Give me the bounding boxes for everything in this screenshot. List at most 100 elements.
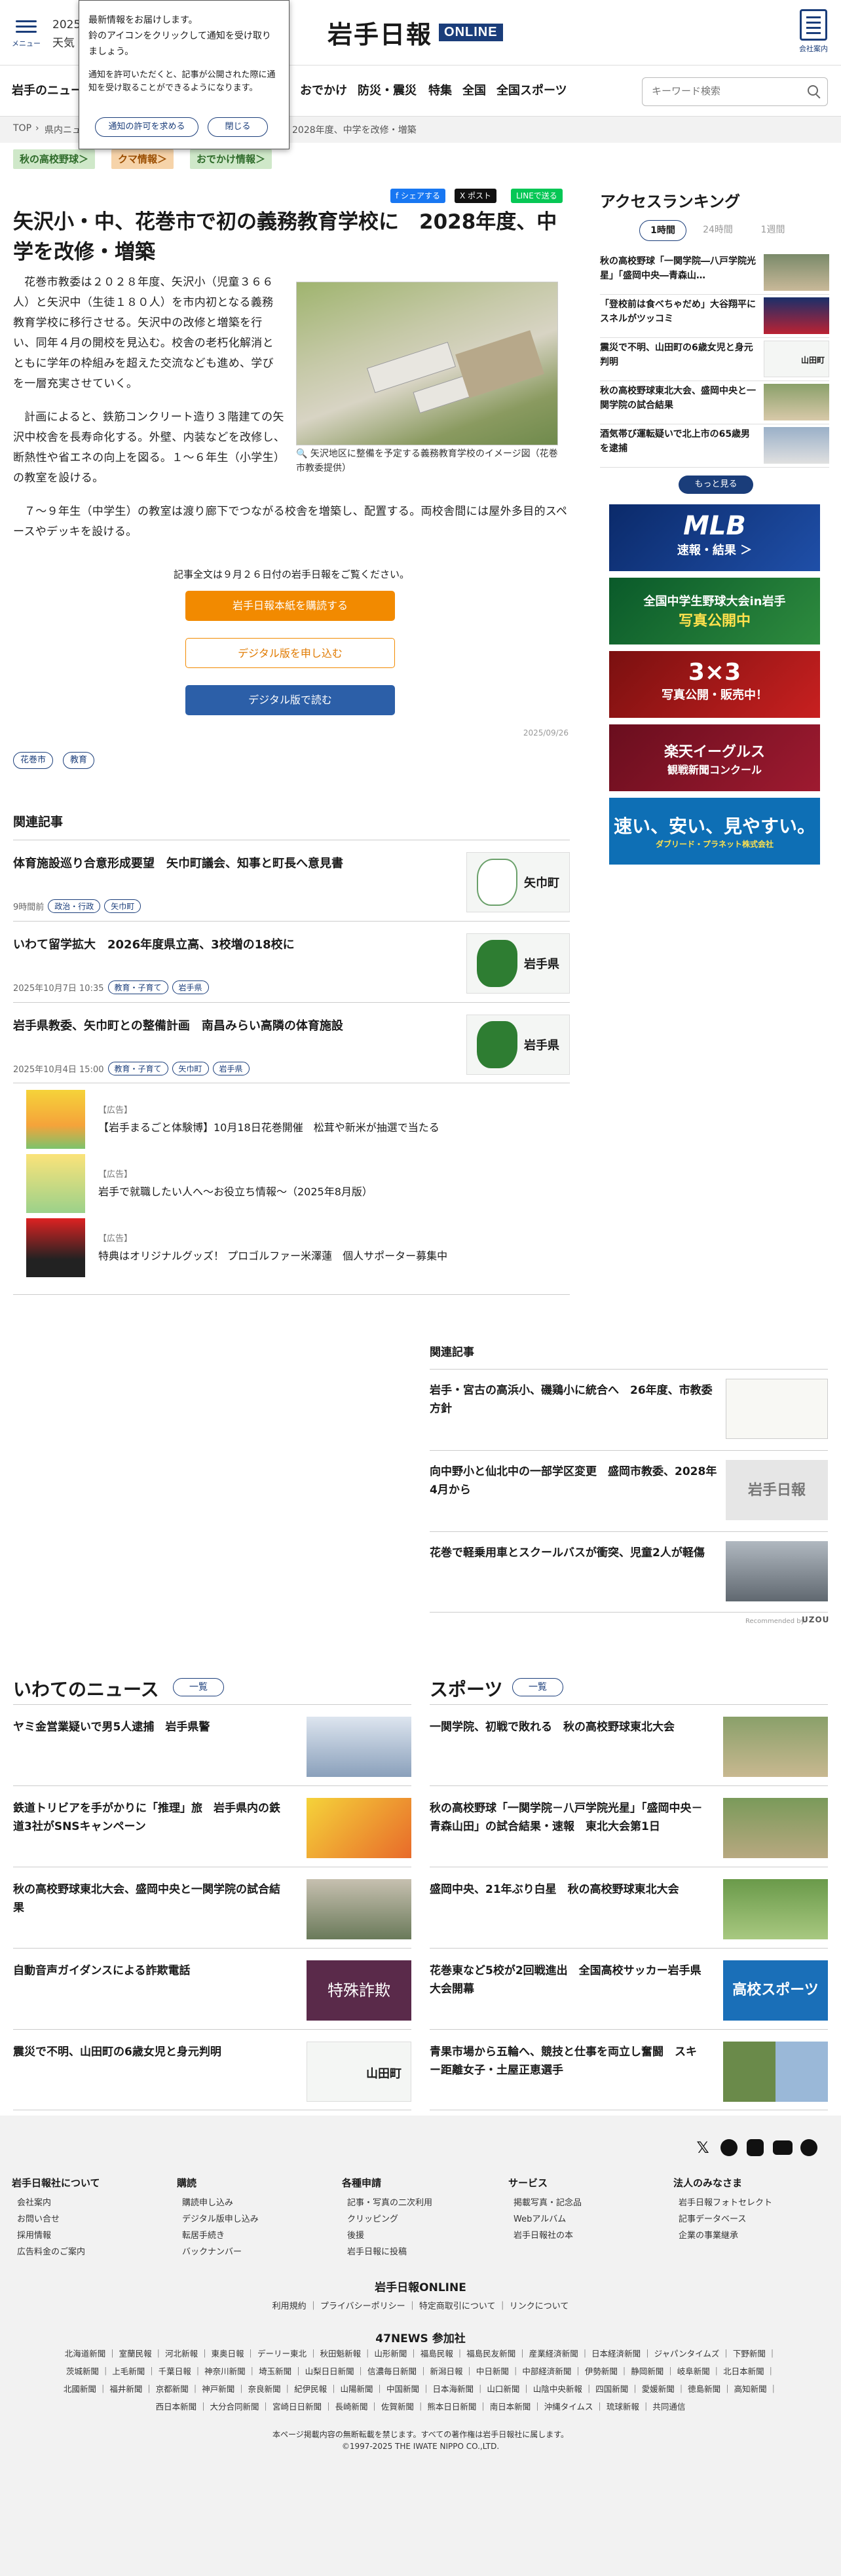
footer-link[interactable]: 採用情報 xyxy=(12,2228,100,2244)
sports-more-button[interactable]: 一覧 xyxy=(512,1678,563,1696)
related-item-tag[interactable]: 矢巾町 xyxy=(104,899,141,913)
apply-digital-button[interactable]: デジタル版を申し込む xyxy=(185,638,395,668)
footer-link[interactable]: 記事データベース xyxy=(673,2211,772,2228)
recommend-item[interactable]: 岩手・宮古の高浜小、磯鶏小に統合へ 26年度、市教委方針 xyxy=(430,1369,828,1450)
subscribe-paper-button[interactable]: 岩手日報本紙を購読する xyxy=(185,591,395,621)
3x3-banner[interactable]: 3×3 写真公開・販売中！ xyxy=(609,651,820,718)
keyword-tag[interactable]: 教育 xyxy=(63,752,95,769)
facebook-icon[interactable] xyxy=(720,2139,738,2156)
ranking-item-image[interactable] xyxy=(764,297,829,334)
footer-link[interactable]: 転居手続き xyxy=(177,2228,259,2244)
article-image[interactable] xyxy=(296,282,558,445)
line-share-button[interactable]: LINEで送る xyxy=(511,189,563,203)
related-item[interactable]: 体育施設巡り合意形成要望 矢巾町議会、知事と町長へ意見書 9時間前 政治・行政 … xyxy=(13,840,570,921)
footer-link[interactable]: 会社案内 xyxy=(12,2195,100,2211)
breadcrumb-section[interactable]: 県内ニュ xyxy=(45,123,81,136)
footer-link[interactable]: Webアルバム xyxy=(508,2211,582,2228)
partners-list[interactable]: 北國新聞 ｜ 福井新聞 ｜ 京都新聞 ｜ 神戸新聞 ｜ 奈良新聞 ｜ 紀伊民報 … xyxy=(33,2380,808,2398)
nav-item-iwate-news[interactable]: 岩手のニュー xyxy=(12,81,83,98)
footer-link[interactable]: お問い合せ xyxy=(12,2211,100,2228)
news-item-image[interactable] xyxy=(307,1717,411,1777)
footer-link[interactable]: 掲載写真・記念品 xyxy=(508,2195,582,2211)
related-item-tag[interactable]: 岩手県 xyxy=(172,980,209,994)
footer-link[interactable]: 岩手日報社の本 xyxy=(508,2228,582,2244)
recommend-item-title[interactable]: 花巻で軽乗用車とスクールバスが衝突、児童2人が軽傷 xyxy=(430,1544,718,1562)
ranking-item[interactable]: 酒気帯び運転疑いで北上市の65歳男を逮捕 xyxy=(600,426,829,468)
ranking-tab-1h[interactable]: 1時間 xyxy=(639,220,686,241)
ad-item[interactable]: 【広告】 特典はオリジナルグッズ！ プロゴルファー米澤蓮 個人サポーター募集中 xyxy=(26,1218,570,1279)
news-item-image[interactable] xyxy=(307,1798,411,1858)
instagram-icon[interactable] xyxy=(747,2139,764,2156)
footer-policy-links[interactable]: 利用規約 ｜ プライバシーポリシー ｜ 特定商取引について ｜ リンクについて xyxy=(0,2299,841,2311)
nav-item-odekake[interactable]: おでかけ xyxy=(300,81,347,98)
topic-tag-bear[interactable]: クマ情報＞ xyxy=(111,149,174,169)
read-digital-button[interactable]: デジタル版で読む xyxy=(185,685,395,715)
news-item-image[interactable]: 山田町 xyxy=(307,2042,411,2102)
ad-title[interactable]: 【岩手まるごと体験博】10月18日花巻開催 松茸や新米が抽選で当たる xyxy=(98,1119,439,1134)
ranking-item-image[interactable] xyxy=(764,384,829,420)
menu-button[interactable]: メニュー xyxy=(12,17,41,56)
footer-link[interactable]: 購読申し込み xyxy=(177,2195,259,2211)
news-item[interactable]: 盛岡中央、21年ぶり白星 秋の高校野球東北大会 xyxy=(430,1867,828,1948)
recommend-item-title[interactable]: 岩手・宮古の高浜小、磯鶏小に統合へ 26年度、市教委方針 xyxy=(430,1381,718,1418)
news-item-title[interactable]: 自動音声ガイダンスによる詐欺電話 xyxy=(13,1962,288,1980)
news-item-title[interactable]: 震災で不明、山田町の6歳女児と身元判明 xyxy=(13,2043,288,2061)
line-icon[interactable] xyxy=(800,2139,817,2156)
ad-image[interactable] xyxy=(26,1154,85,1213)
ranking-tab-1w[interactable]: 1週間 xyxy=(749,220,796,241)
partners-list[interactable]: 北海道新聞 ｜ 室蘭民報 ｜ 河北新報 ｜ 東奥日報 ｜ デーリー東北 ｜ 秋田… xyxy=(33,2345,808,2362)
nav-item-bousai[interactable]: 防災・震災 xyxy=(358,81,417,98)
mlb-banner[interactable]: MLB 速報・結果 ＞ xyxy=(609,504,820,571)
ranking-tab-24h[interactable]: 24時間 xyxy=(694,220,741,241)
dablead-banner[interactable]: 速い、安い、見やすい。 ダブリード・プラネット株式会社 xyxy=(609,798,820,865)
related-item-thumbnail[interactable]: 岩手県 xyxy=(466,1015,570,1075)
site-logo[interactable]: 岩手日報 ONLINE xyxy=(327,16,503,49)
news-item[interactable]: 青果市場から五輪へ、競技と仕事を両立し奮闘 スキー距離女子・土屋正恵選手 xyxy=(430,2029,828,2110)
news-item[interactable]: 鉄道トリビアを手がかりに「推理」旅 岩手県内の鉄道3社がSNSキャンペーン xyxy=(13,1785,411,1867)
news-item[interactable]: 震災で不明、山田町の6歳女児と身元判明 山田町 xyxy=(13,2029,411,2110)
search-icon[interactable] xyxy=(808,85,818,96)
ranking-item-title[interactable]: 秋の高校野球「一関学院―八戸学院光星」「盛岡中央―青森山… xyxy=(600,254,757,283)
news-item-title[interactable]: 盛岡中央、21年ぶり白星 秋の高校野球東北大会 xyxy=(430,1880,705,1899)
related-item-tag[interactable]: 岩手県 xyxy=(212,1062,250,1075)
related-item-tag[interactable]: 教育・子育て xyxy=(107,980,168,994)
news-item-image[interactable]: 高校スポーツ xyxy=(723,1960,828,2021)
footer-link[interactable]: 企業の事業継承 xyxy=(673,2228,772,2244)
related-item-thumbnail[interactable]: 岩手県 xyxy=(466,933,570,994)
related-item-title[interactable]: いわて留学拡大 2026年度県立高、3校増の18校に xyxy=(13,936,439,954)
news-item[interactable]: 一関学院、初戦で敗れる 秋の高校野球東北大会 xyxy=(430,1704,828,1785)
news-item-title[interactable]: 花巻東など5校が2回戦進出 全国高校サッカー岩手県大会開幕 xyxy=(430,1962,705,1998)
news-item-title[interactable]: 鉄道トリビアを手がかりに「推理」旅 岩手県内の鉄道3社がSNSキャンペーン xyxy=(13,1799,288,1836)
related-item-thumbnail[interactable]: 矢巾町 xyxy=(466,852,570,912)
news-item[interactable]: 秋の高校野球「一関学院－八戸学院光星」「盛岡中央－青森山田」の試合結果・速報 東… xyxy=(430,1785,828,1867)
ranking-item[interactable]: 秋の高校野球「一関学院―八戸学院光星」「盛岡中央―青森山… xyxy=(600,253,829,295)
related-item-tag[interactable]: 矢巾町 xyxy=(172,1062,209,1075)
related-item[interactable]: 岩手県教委、矢巾町との整備計画 南昌みらい高隣の体育施設 2025年10月4日 … xyxy=(13,1002,570,1083)
related-item-title[interactable]: 体育施設巡り合意形成要望 矢巾町議会、知事と町長へ意見書 xyxy=(13,855,439,873)
related-item-tag[interactable]: 政治・行政 xyxy=(48,899,101,913)
news-item-image[interactable] xyxy=(723,2042,828,2102)
search-input[interactable] xyxy=(652,78,796,104)
footer-link[interactable]: 岩手日報フォトセレクト xyxy=(673,2195,772,2211)
ranking-item-title[interactable]: 秋の高校野球東北大会、盛岡中央と一関学院の試合結果 xyxy=(600,384,757,413)
partners-list[interactable]: 茨城新聞 ｜ 上毛新聞 ｜ 千葉日報 ｜ 神奈川新聞 ｜ 埼玉新聞 ｜ 山梨日日… xyxy=(33,2362,808,2380)
footer-link[interactable]: 記事・写真の二次利用 xyxy=(342,2195,432,2211)
nav-item-tokushu[interactable]: 特集 xyxy=(428,81,452,98)
facebook-share-button[interactable]: f シェアする xyxy=(390,189,446,203)
company-info-button[interactable]: 会社案内 xyxy=(796,9,831,54)
allow-notification-button[interactable]: 通知の許可を求める xyxy=(95,117,198,137)
news-item-title[interactable]: 秋の高校野球東北大会、盛岡中央と一関学院の試合結果 xyxy=(13,1880,288,1917)
footer-link[interactable]: 広告料金のご案内 xyxy=(12,2244,100,2260)
x-icon[interactable]: 𝕏 xyxy=(694,2139,711,2156)
ad-item[interactable]: 【広告】 【岩手まるごと体験博】10月18日花巻開催 松茸や新米が抽選で当たる xyxy=(26,1090,570,1150)
recommend-item-image[interactable] xyxy=(726,1379,828,1439)
recommend-item[interactable]: 花巻で軽乗用車とスクールバスが衝突、児童2人が軽傷 xyxy=(430,1531,828,1613)
news-item-title[interactable]: 秋の高校野球「一関学院－八戸学院光星」「盛岡中央－青森山田」の試合結果・速報 東… xyxy=(430,1799,705,1836)
iwate-news-more-button[interactable]: 一覧 xyxy=(173,1678,224,1696)
ranking-item-title[interactable]: 震災で不明、山田町の6歳女児と身元判明 xyxy=(600,341,757,369)
related-item-tag[interactable]: 教育・子育て xyxy=(107,1062,168,1075)
recommend-item-image[interactable]: 岩手日報 xyxy=(726,1460,828,1520)
x-post-button[interactable]: X ポスト xyxy=(455,189,497,203)
uzou-logo[interactable]: UZOU xyxy=(802,1615,829,1624)
footer-link[interactable]: 後援 xyxy=(342,2228,432,2244)
